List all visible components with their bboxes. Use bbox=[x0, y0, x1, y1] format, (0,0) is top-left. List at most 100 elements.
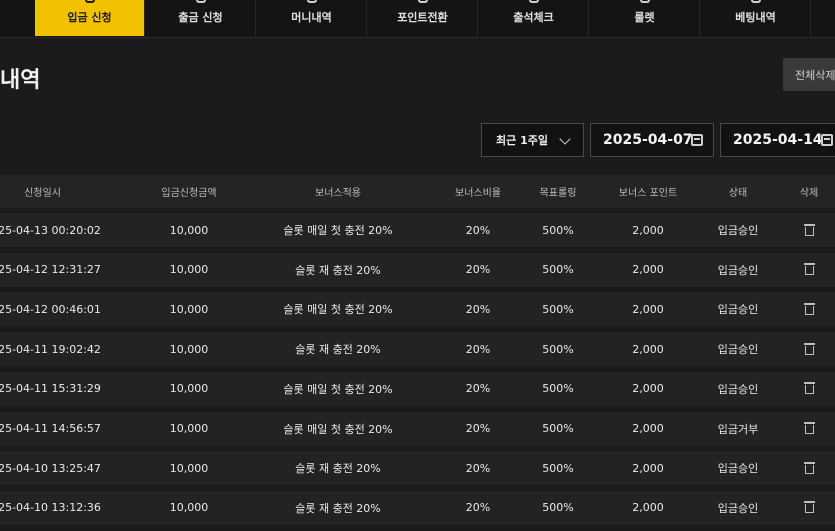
trash-icon[interactable] bbox=[803, 342, 815, 356]
tab-deposit-request[interactable]: 입금 신청 bbox=[35, 0, 145, 36]
table-row: 2025-04-11 15:31:29 10,000 슬롯 매일 첫 충전 20% 2… bbox=[0, 371, 835, 406]
cell-bonus: 슬롯 매일 첫 충전 20% bbox=[283, 303, 393, 317]
trash-icon[interactable] bbox=[803, 263, 815, 276]
delete-row-button[interactable] bbox=[778, 213, 835, 247]
cell-bonus-points: 2,000 bbox=[632, 382, 664, 396]
cell-amount: 10,000 bbox=[169, 461, 209, 475]
tab-label: 베팅내역 bbox=[735, 11, 776, 24]
table-row: 2025-04-13 00:20:02 10,000 슬롯 매일 첫 충전 20% 2… bbox=[0, 213, 835, 247]
cell-bonus-ratio: 20% bbox=[465, 263, 491, 277]
table-row: 2025-04-11 19:02:42 10,000 슬롯 재 충전 20% 20% 5… bbox=[0, 332, 835, 367]
trash-icon[interactable] bbox=[803, 422, 815, 435]
period-select-value: 최근 1주일 bbox=[496, 134, 548, 147]
header-status: 상태 bbox=[728, 188, 748, 199]
tab-attendance[interactable]: 출석체크 bbox=[479, 0, 589, 36]
tab-money-history[interactable]: 머니내역 bbox=[257, 0, 367, 36]
trash-icon[interactable] bbox=[803, 382, 815, 395]
cell-bonus-ratio: 20% bbox=[465, 382, 491, 396]
cell-bonus-ratio: 20% bbox=[465, 342, 491, 356]
trash-icon[interactable] bbox=[803, 223, 815, 237]
cell-status: 입금승인 bbox=[717, 224, 759, 237]
delete-row-button[interactable] bbox=[778, 451, 835, 485]
header-bonus-ratio: 보너스비율 bbox=[455, 188, 501, 199]
tab-point-exchange[interactable]: 포인트전환 bbox=[368, 0, 478, 36]
cell-bonus: 슬롯 재 충전 20% bbox=[295, 343, 381, 357]
page-title: 내역 bbox=[0, 68, 41, 93]
cell-bonus: 슬롯 재 충전 20% bbox=[295, 501, 381, 515]
cell-status: 입금승인 bbox=[717, 303, 759, 317]
date-to-value: 2025-04-14 bbox=[733, 132, 823, 148]
cell-status: 입금승인 bbox=[717, 462, 759, 476]
cell-amount: 10,000 bbox=[169, 342, 209, 356]
table-row: 2025-04-11 14:56:57 10,000 슬롯 매일 첫 충전 20% 2… bbox=[0, 411, 835, 446]
cell-bonus: 슬롯 재 충전 20% bbox=[295, 462, 381, 476]
ticket-icon bbox=[750, 0, 761, 3]
cell-status: 입금승인 bbox=[717, 343, 759, 357]
cell-bonus-points: 2,000 bbox=[632, 223, 664, 237]
table-row: 2025-04-10 13:12:36 10,000 슬롯 재 충전 20% 20% 5… bbox=[0, 490, 835, 525]
delete-row-button[interactable] bbox=[778, 292, 835, 326]
cell-date: 2025-04-12 12:31:27 bbox=[0, 263, 101, 277]
trash-icon[interactable] bbox=[803, 302, 815, 316]
delete-row-button[interactable] bbox=[778, 491, 835, 525]
tab-withdraw-request[interactable]: 출금 신청 bbox=[146, 0, 256, 36]
cell-amount: 10,000 bbox=[169, 263, 209, 277]
cell-date: 2025-04-11 14:56:57 bbox=[0, 422, 101, 435]
cell-bonus-ratio: 20% bbox=[465, 302, 491, 316]
period-select[interactable]: 최근 1주일 bbox=[481, 123, 584, 157]
exchange-icon bbox=[417, 0, 428, 3]
calendar-icon[interactable] bbox=[691, 134, 703, 146]
cell-bonus-ratio: 20% bbox=[465, 422, 491, 435]
cell-date: 2025-04-11 19:02:42 bbox=[0, 342, 101, 356]
wallet-out-icon bbox=[195, 0, 206, 3]
delete-all-button[interactable]: 전체삭제 bbox=[783, 58, 835, 91]
tab-label: 출석체크 bbox=[513, 11, 554, 24]
cell-bonus-ratio: 20% bbox=[465, 223, 491, 237]
calendar-icon[interactable] bbox=[821, 134, 833, 146]
table-row: 2025-04-12 12:31:27 10,000 슬롯 재 충전 20% 20% 5… bbox=[0, 252, 835, 287]
cell-rolling: 500% bbox=[542, 263, 574, 277]
delete-row-button[interactable] bbox=[778, 372, 835, 406]
table-row: 2025-04-12 00:46:01 10,000 슬롯 매일 첫 충전 20% 2… bbox=[0, 292, 835, 327]
tab-label: 룰렛 bbox=[634, 11, 655, 24]
cell-amount: 10,000 bbox=[169, 223, 209, 237]
cell-rolling: 500% bbox=[542, 382, 574, 396]
date-from-value: 2025-04-07 bbox=[603, 132, 693, 148]
cell-bonus: 슬롯 매일 첫 충전 20% bbox=[283, 422, 393, 436]
cell-rolling: 500% bbox=[542, 422, 574, 435]
money-icon bbox=[306, 0, 317, 3]
header-date: 신청일시 bbox=[24, 188, 61, 199]
tab-roulette[interactable]: 룰렛 bbox=[590, 0, 700, 36]
date-to-field[interactable]: 2025-04-14 bbox=[720, 123, 835, 157]
trash-icon[interactable] bbox=[803, 501, 815, 514]
cell-status: 입금승인 bbox=[717, 382, 759, 396]
cell-bonus-points: 2,000 bbox=[632, 302, 664, 316]
cell-date: 2025-04-13 00:20:02 bbox=[0, 223, 101, 237]
trash-icon[interactable] bbox=[803, 461, 815, 475]
cell-bonus: 슬롯 매일 첫 충전 20% bbox=[283, 224, 393, 237]
top-navigation: 입금 신청 출금 신청 머니내역 포인트전환 출석체크 룰렛 베팅내역 bbox=[0, 0, 835, 38]
cell-amount: 10,000 bbox=[169, 422, 209, 435]
delete-row-button[interactable] bbox=[778, 332, 835, 366]
cell-date: 2025-04-10 13:25:47 bbox=[0, 461, 101, 475]
tab-label: 입금 신청 bbox=[67, 11, 112, 24]
cell-status: 입금거부 bbox=[717, 422, 759, 436]
cell-bonus-points: 2,000 bbox=[632, 342, 664, 356]
cell-rolling: 500% bbox=[542, 223, 574, 237]
tab-betting-history[interactable]: 베팅내역 bbox=[701, 0, 811, 36]
delete-row-button[interactable] bbox=[778, 412, 835, 446]
cell-bonus-points: 2,000 bbox=[632, 263, 664, 277]
cell-status: 입금승인 bbox=[717, 263, 759, 277]
cell-amount: 10,000 bbox=[169, 501, 209, 515]
cell-bonus-points: 2,000 bbox=[632, 501, 664, 515]
chevron-down-icon bbox=[559, 133, 571, 145]
date-from-field[interactable]: 2025-04-07 bbox=[590, 123, 714, 157]
cell-date: 2025-04-10 13:12:36 bbox=[0, 501, 101, 515]
calendar-check-icon bbox=[528, 0, 539, 3]
header-delete: 삭제 bbox=[799, 188, 819, 199]
cell-rolling: 500% bbox=[542, 342, 574, 356]
header-bonus: 보너스적용 bbox=[315, 188, 361, 199]
delete-row-button[interactable] bbox=[778, 253, 835, 287]
header-amount: 입금신청금액 bbox=[161, 188, 217, 199]
cell-bonus-points: 2,000 bbox=[632, 422, 664, 435]
